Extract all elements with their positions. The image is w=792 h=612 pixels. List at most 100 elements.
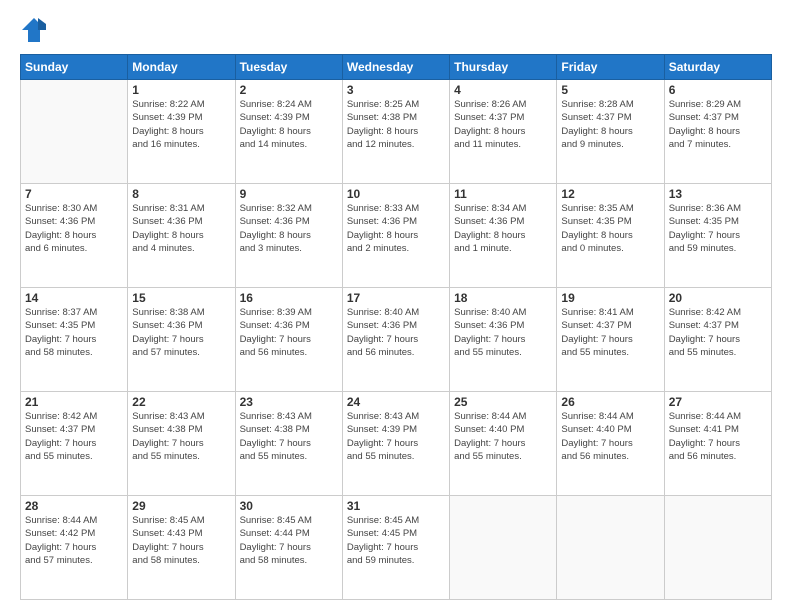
day-info: Sunrise: 8:32 AMSunset: 4:36 PMDaylight:…: [240, 202, 338, 255]
day-cell: 21Sunrise: 8:42 AMSunset: 4:37 PMDayligh…: [21, 392, 128, 496]
day-number: 25: [454, 395, 552, 409]
day-number: 21: [25, 395, 123, 409]
day-cell: [664, 496, 771, 600]
day-cell: 28Sunrise: 8:44 AMSunset: 4:42 PMDayligh…: [21, 496, 128, 600]
week-row-1: 1Sunrise: 8:22 AMSunset: 4:39 PMDaylight…: [21, 80, 772, 184]
day-number: 18: [454, 291, 552, 305]
day-cell: 16Sunrise: 8:39 AMSunset: 4:36 PMDayligh…: [235, 288, 342, 392]
day-info: Sunrise: 8:38 AMSunset: 4:36 PMDaylight:…: [132, 306, 230, 359]
day-number: 4: [454, 83, 552, 97]
day-number: 28: [25, 499, 123, 513]
day-info: Sunrise: 8:43 AMSunset: 4:39 PMDaylight:…: [347, 410, 445, 463]
day-info: Sunrise: 8:31 AMSunset: 4:36 PMDaylight:…: [132, 202, 230, 255]
day-cell: 26Sunrise: 8:44 AMSunset: 4:40 PMDayligh…: [557, 392, 664, 496]
day-cell: 12Sunrise: 8:35 AMSunset: 4:35 PMDayligh…: [557, 184, 664, 288]
day-cell: [21, 80, 128, 184]
day-cell: 27Sunrise: 8:44 AMSunset: 4:41 PMDayligh…: [664, 392, 771, 496]
day-info: Sunrise: 8:35 AMSunset: 4:35 PMDaylight:…: [561, 202, 659, 255]
day-info: Sunrise: 8:43 AMSunset: 4:38 PMDaylight:…: [240, 410, 338, 463]
day-number: 6: [669, 83, 767, 97]
day-number: 26: [561, 395, 659, 409]
day-info: Sunrise: 8:40 AMSunset: 4:36 PMDaylight:…: [347, 306, 445, 359]
header-cell-tuesday: Tuesday: [235, 55, 342, 80]
day-cell: 3Sunrise: 8:25 AMSunset: 4:38 PMDaylight…: [342, 80, 449, 184]
day-info: Sunrise: 8:39 AMSunset: 4:36 PMDaylight:…: [240, 306, 338, 359]
day-cell: 18Sunrise: 8:40 AMSunset: 4:36 PMDayligh…: [450, 288, 557, 392]
header-cell-sunday: Sunday: [21, 55, 128, 80]
day-number: 9: [240, 187, 338, 201]
day-cell: 7Sunrise: 8:30 AMSunset: 4:36 PMDaylight…: [21, 184, 128, 288]
header-cell-friday: Friday: [557, 55, 664, 80]
day-number: 31: [347, 499, 445, 513]
week-row-5: 28Sunrise: 8:44 AMSunset: 4:42 PMDayligh…: [21, 496, 772, 600]
day-info: Sunrise: 8:22 AMSunset: 4:39 PMDaylight:…: [132, 98, 230, 151]
day-info: Sunrise: 8:25 AMSunset: 4:38 PMDaylight:…: [347, 98, 445, 151]
day-cell: 4Sunrise: 8:26 AMSunset: 4:37 PMDaylight…: [450, 80, 557, 184]
day-info: Sunrise: 8:44 AMSunset: 4:42 PMDaylight:…: [25, 514, 123, 567]
day-cell: [450, 496, 557, 600]
logo: [20, 16, 54, 44]
day-info: Sunrise: 8:40 AMSunset: 4:36 PMDaylight:…: [454, 306, 552, 359]
header-row: SundayMondayTuesdayWednesdayThursdayFrid…: [21, 55, 772, 80]
day-info: Sunrise: 8:45 AMSunset: 4:43 PMDaylight:…: [132, 514, 230, 567]
day-number: 10: [347, 187, 445, 201]
day-info: Sunrise: 8:45 AMSunset: 4:45 PMDaylight:…: [347, 514, 445, 567]
day-number: 11: [454, 187, 552, 201]
day-cell: 22Sunrise: 8:43 AMSunset: 4:38 PMDayligh…: [128, 392, 235, 496]
day-number: 2: [240, 83, 338, 97]
day-info: Sunrise: 8:42 AMSunset: 4:37 PMDaylight:…: [669, 306, 767, 359]
day-number: 19: [561, 291, 659, 305]
day-cell: 24Sunrise: 8:43 AMSunset: 4:39 PMDayligh…: [342, 392, 449, 496]
day-info: Sunrise: 8:41 AMSunset: 4:37 PMDaylight:…: [561, 306, 659, 359]
day-cell: 11Sunrise: 8:34 AMSunset: 4:36 PMDayligh…: [450, 184, 557, 288]
logo-icon: [20, 16, 48, 44]
day-info: Sunrise: 8:24 AMSunset: 4:39 PMDaylight:…: [240, 98, 338, 151]
day-cell: 1Sunrise: 8:22 AMSunset: 4:39 PMDaylight…: [128, 80, 235, 184]
day-cell: 17Sunrise: 8:40 AMSunset: 4:36 PMDayligh…: [342, 288, 449, 392]
day-number: 27: [669, 395, 767, 409]
day-info: Sunrise: 8:44 AMSunset: 4:40 PMDaylight:…: [454, 410, 552, 463]
day-info: Sunrise: 8:34 AMSunset: 4:36 PMDaylight:…: [454, 202, 552, 255]
day-number: 1: [132, 83, 230, 97]
day-number: 30: [240, 499, 338, 513]
day-info: Sunrise: 8:36 AMSunset: 4:35 PMDaylight:…: [669, 202, 767, 255]
day-cell: 23Sunrise: 8:43 AMSunset: 4:38 PMDayligh…: [235, 392, 342, 496]
day-number: 20: [669, 291, 767, 305]
header: [20, 16, 772, 44]
day-info: Sunrise: 8:43 AMSunset: 4:38 PMDaylight:…: [132, 410, 230, 463]
day-number: 13: [669, 187, 767, 201]
day-info: Sunrise: 8:28 AMSunset: 4:37 PMDaylight:…: [561, 98, 659, 151]
day-cell: 20Sunrise: 8:42 AMSunset: 4:37 PMDayligh…: [664, 288, 771, 392]
day-cell: 29Sunrise: 8:45 AMSunset: 4:43 PMDayligh…: [128, 496, 235, 600]
day-cell: [557, 496, 664, 600]
day-number: 15: [132, 291, 230, 305]
day-cell: 25Sunrise: 8:44 AMSunset: 4:40 PMDayligh…: [450, 392, 557, 496]
day-number: 17: [347, 291, 445, 305]
day-number: 12: [561, 187, 659, 201]
header-cell-monday: Monday: [128, 55, 235, 80]
day-cell: 5Sunrise: 8:28 AMSunset: 4:37 PMDaylight…: [557, 80, 664, 184]
day-info: Sunrise: 8:33 AMSunset: 4:36 PMDaylight:…: [347, 202, 445, 255]
day-cell: 30Sunrise: 8:45 AMSunset: 4:44 PMDayligh…: [235, 496, 342, 600]
day-info: Sunrise: 8:44 AMSunset: 4:41 PMDaylight:…: [669, 410, 767, 463]
header-cell-thursday: Thursday: [450, 55, 557, 80]
day-info: Sunrise: 8:29 AMSunset: 4:37 PMDaylight:…: [669, 98, 767, 151]
day-number: 24: [347, 395, 445, 409]
day-cell: 10Sunrise: 8:33 AMSunset: 4:36 PMDayligh…: [342, 184, 449, 288]
day-number: 22: [132, 395, 230, 409]
week-row-2: 7Sunrise: 8:30 AMSunset: 4:36 PMDaylight…: [21, 184, 772, 288]
week-row-4: 21Sunrise: 8:42 AMSunset: 4:37 PMDayligh…: [21, 392, 772, 496]
day-cell: 15Sunrise: 8:38 AMSunset: 4:36 PMDayligh…: [128, 288, 235, 392]
day-number: 3: [347, 83, 445, 97]
day-info: Sunrise: 8:42 AMSunset: 4:37 PMDaylight:…: [25, 410, 123, 463]
day-info: Sunrise: 8:37 AMSunset: 4:35 PMDaylight:…: [25, 306, 123, 359]
day-cell: 2Sunrise: 8:24 AMSunset: 4:39 PMDaylight…: [235, 80, 342, 184]
day-number: 16: [240, 291, 338, 305]
header-cell-wednesday: Wednesday: [342, 55, 449, 80]
day-number: 14: [25, 291, 123, 305]
day-cell: 31Sunrise: 8:45 AMSunset: 4:45 PMDayligh…: [342, 496, 449, 600]
day-number: 23: [240, 395, 338, 409]
day-info: Sunrise: 8:30 AMSunset: 4:36 PMDaylight:…: [25, 202, 123, 255]
day-cell: 8Sunrise: 8:31 AMSunset: 4:36 PMDaylight…: [128, 184, 235, 288]
calendar-table: SundayMondayTuesdayWednesdayThursdayFrid…: [20, 54, 772, 600]
